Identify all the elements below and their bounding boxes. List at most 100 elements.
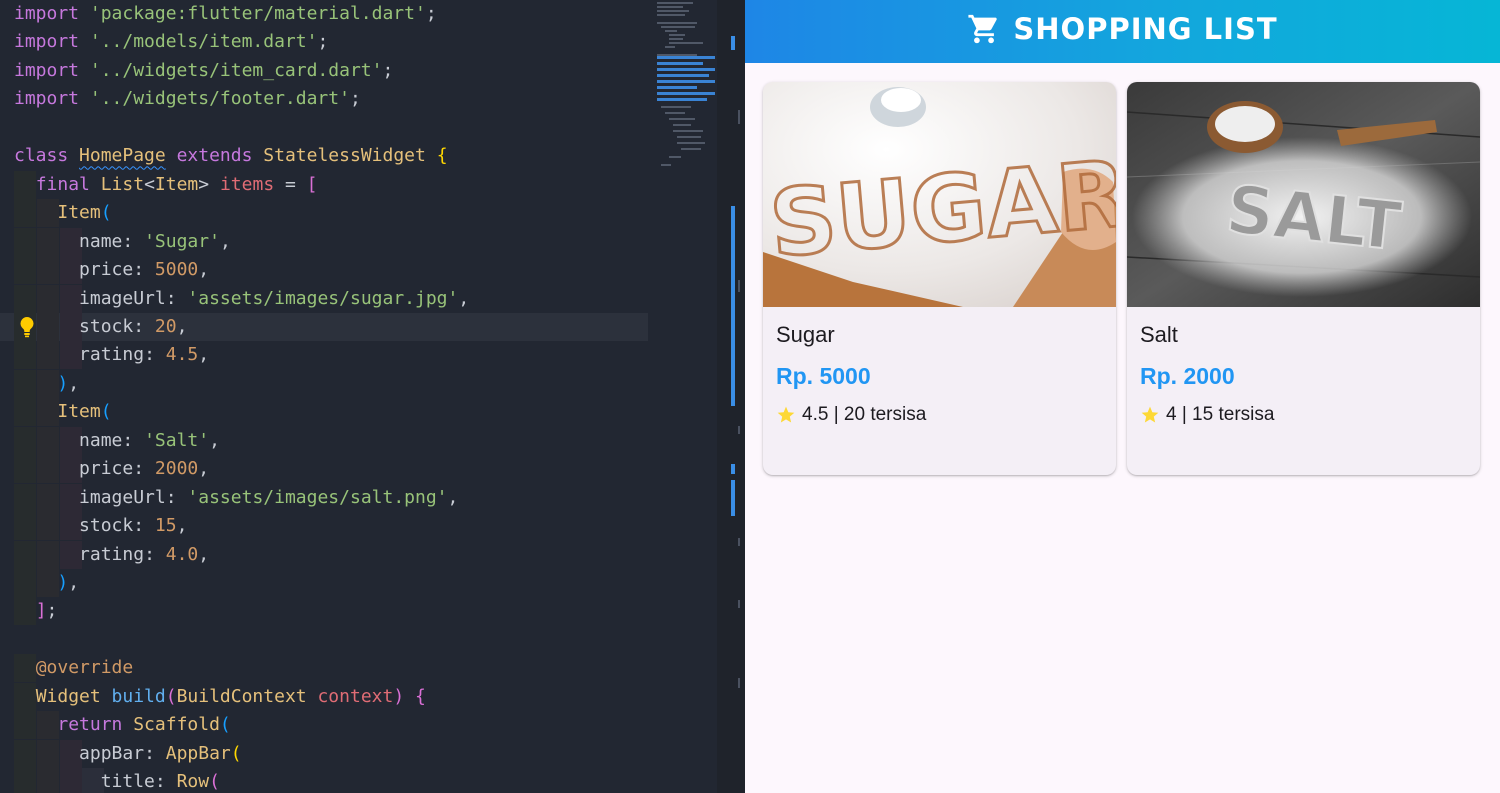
code-line[interactable]: rating: 4.5, xyxy=(0,341,655,370)
code-line[interactable]: stock: 15, xyxy=(0,512,655,541)
code-token: 15 xyxy=(154,515,177,537)
code-token: 4.5 xyxy=(165,344,199,366)
item-card-salt[interactable]: SALT Salt Rp. 2000 4 | 15 tersisa xyxy=(1127,82,1480,475)
code-token: ; xyxy=(349,88,361,110)
shopping-cart-icon xyxy=(968,14,998,43)
code-line[interactable] xyxy=(0,626,655,654)
code-token: price xyxy=(79,458,134,480)
item-card-sugar[interactable]: SUGAR Sugar Rp. 5000 4.5 | 20 tersisa xyxy=(763,82,1116,475)
code-token: ) xyxy=(57,372,69,394)
minimap[interactable] xyxy=(655,0,717,793)
code-line[interactable]: imageUrl: 'assets/images/salt.png', xyxy=(0,483,655,512)
code-token: Item xyxy=(57,202,101,224)
code-token: import xyxy=(14,59,90,81)
item-rating-stock: 4.5 | 20 tersisa xyxy=(776,404,926,426)
star-icon xyxy=(777,406,795,423)
code-line[interactable]: ]; xyxy=(0,597,655,626)
code-token: ) xyxy=(393,685,405,707)
code-line[interactable]: import '../models/item.dart'; xyxy=(0,28,655,56)
code-token: items xyxy=(219,173,275,195)
code-line[interactable]: imageUrl: 'assets/images/sugar.jpg', xyxy=(0,284,655,313)
code-area[interactable]: import 'package:flutter/material.dart'; i… xyxy=(0,0,655,793)
code-token: name xyxy=(79,230,123,252)
code-line[interactable]: final List<Item> items = [ xyxy=(0,170,655,199)
code-token: Row xyxy=(176,771,210,793)
code-line[interactable]: appBar: AppBar( xyxy=(0,739,655,768)
code-token: : xyxy=(165,287,188,309)
code-line[interactable]: Item( xyxy=(0,199,655,228)
app-preview: SHOPPING LIST SUGAR Sugar Rp. 5000 4.5 |… xyxy=(745,0,1500,793)
item-rating-stock: 4 | 15 tersisa xyxy=(1140,404,1274,426)
code-token: , xyxy=(68,572,80,593)
code-token: : xyxy=(133,458,155,480)
editor-scrollbar[interactable] xyxy=(717,0,745,793)
app-title: SHOPPING LIST xyxy=(1013,11,1278,46)
code-line[interactable]: price: 5000, xyxy=(0,256,655,285)
code-token: : xyxy=(144,543,166,565)
code-line[interactable]: import 'package:flutter/material.dart'; xyxy=(0,0,655,28)
code-token: name xyxy=(79,429,123,451)
code-token: 2000 xyxy=(154,458,199,480)
sugar-image: SUGAR xyxy=(763,82,1116,307)
code-token: 5000 xyxy=(154,259,199,281)
code-token: , xyxy=(198,458,210,480)
code-token: BuildContext xyxy=(176,685,318,707)
code-line[interactable]: import '../widgets/item_card.dart'; xyxy=(0,57,655,85)
code-token: : xyxy=(133,259,155,281)
code-line[interactable]: Item( xyxy=(0,398,655,427)
code-line[interactable]: name: 'Salt', xyxy=(0,426,655,455)
code-token: import xyxy=(14,3,90,24)
code-line[interactable]: Widget build(BuildContext context) { xyxy=(0,682,655,711)
code-line[interactable] xyxy=(0,114,655,142)
salt-image: SALT xyxy=(1127,82,1480,307)
code-line[interactable]: price: 2000, xyxy=(0,455,655,484)
code-token: '../models/item.dart' xyxy=(89,31,318,53)
lightbulb-icon[interactable] xyxy=(18,315,36,339)
code-token: stock xyxy=(79,315,134,337)
code-line[interactable]: name: 'Sugar', xyxy=(0,227,655,256)
code-token: Item xyxy=(57,401,101,423)
code-token: < xyxy=(144,173,155,195)
code-token: List xyxy=(100,173,145,195)
code-token: , xyxy=(198,344,210,366)
code-line[interactable]: class HomePage extends StatelessWidget { xyxy=(0,142,655,170)
code-line[interactable]: return Scaffold( xyxy=(0,711,655,740)
code-token: : xyxy=(144,742,166,764)
code-token: , xyxy=(198,259,210,281)
code-token: { xyxy=(436,145,448,167)
code-line[interactable]: ), xyxy=(0,369,655,398)
code-token: 'package:flutter/material.dart' xyxy=(89,3,426,24)
code-token: , xyxy=(458,287,470,309)
code-line[interactable]: rating: 4.0, xyxy=(0,540,655,569)
code-line[interactable]: @override xyxy=(0,654,655,683)
code-token: , xyxy=(219,230,231,252)
code-line[interactable]: title: Row( xyxy=(0,768,655,793)
code-token: rating xyxy=(79,344,145,366)
code-token: 'assets/images/sugar.jpg' xyxy=(187,287,459,309)
code-token: class xyxy=(14,145,80,167)
code-token: 20 xyxy=(154,315,177,337)
code-token: HomePage xyxy=(79,145,166,167)
code-line[interactable]: stock: 20, xyxy=(0,312,648,341)
code-line[interactable]: ), xyxy=(0,569,655,597)
code-token: return xyxy=(57,714,134,736)
code-editor[interactable]: import 'package:flutter/material.dart'; i… xyxy=(0,0,717,793)
code-token: : xyxy=(122,429,145,451)
code-token: 'assets/images/salt.png' xyxy=(187,486,448,508)
code-token: 4.0 xyxy=(165,543,199,565)
code-line[interactable]: import '../widgets/footer.dart'; xyxy=(0,85,655,113)
code-token: price xyxy=(79,259,134,281)
code-token: ( xyxy=(100,202,112,224)
code-token: AppBar xyxy=(165,742,231,764)
item-name: Salt xyxy=(1140,322,1178,347)
